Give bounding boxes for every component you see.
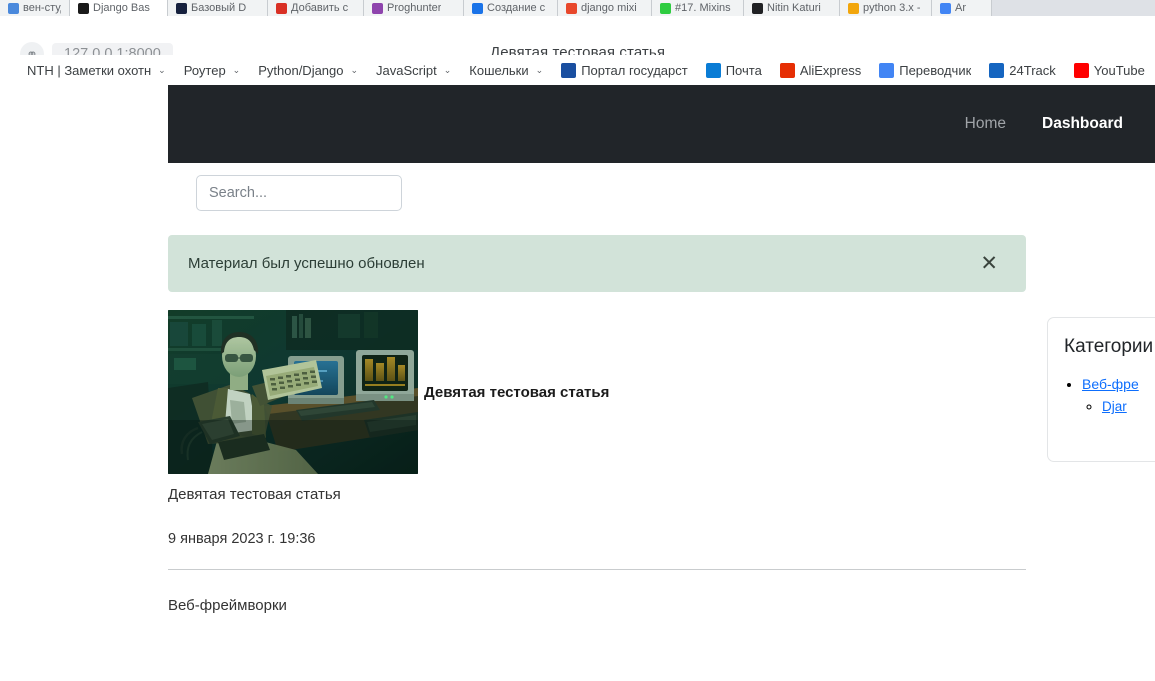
browser-tab[interactable]: django mixi — [558, 0, 652, 16]
bookmark-label: Python/Django — [258, 62, 344, 78]
category-link-web-frameworks[interactable]: Веб-фре — [1082, 376, 1139, 392]
bookmark-label: JavaScript — [376, 62, 437, 78]
page-content: Home Dashboard Материал был успешно обно… — [0, 85, 1155, 681]
youtube-icon — [1073, 62, 1089, 78]
browser-toolbar: ⚭ 127.0.0.1:8000 Девятая тестовая статья — [0, 16, 1155, 66]
bookmark-item[interactable]: Портал государст — [552, 57, 697, 83]
tab-favicon-icon — [176, 2, 187, 14]
tab-label: #17. Mixins — [675, 2, 731, 14]
bookmark-item[interactable]: 24Track — [980, 57, 1064, 83]
24track-icon — [989, 62, 1005, 78]
tab-label: Базовый D — [191, 2, 247, 14]
article-image — [168, 310, 418, 474]
alert-message: Материал был успешно обновлен — [188, 255, 425, 272]
nav-link-home[interactable]: Home — [965, 115, 1006, 133]
tab-favicon-icon — [276, 2, 287, 14]
article-date: 9 января 2023 г. 19:36 — [168, 531, 316, 547]
article-title: Девятая тестовая статья — [424, 383, 610, 401]
tab-label: python 3.x - — [863, 2, 921, 14]
bookmark-label: AliExpress — [799, 62, 862, 78]
category-link-django[interactable]: Djar — [1102, 399, 1127, 414]
chevron-down-icon: ⌄ — [350, 64, 359, 75]
mail-icon — [705, 62, 721, 78]
article-thumbnail[interactable] — [168, 310, 418, 474]
bookmark-item[interactable]: Роутер ⌄ — [175, 57, 250, 83]
tab-label: вен-студи — [23, 2, 61, 14]
article-header-row: Девятая тестовая статья — [168, 310, 1026, 474]
bookmark-item[interactable]: Почта — [697, 57, 771, 83]
browser-tab[interactable]: Proghunter — [364, 0, 464, 16]
tab-favicon-icon — [848, 2, 859, 14]
tab-label: Создание с — [487, 2, 546, 14]
tab-label: Ar — [955, 2, 966, 14]
tab-label: django mixi — [581, 2, 637, 14]
browser-tab-strip[interactable]: вен-студи Django Bas Базовый D Добавить с Pr… — [0, 0, 1155, 16]
list-item: Djar — [1102, 398, 1155, 416]
tab-favicon-icon — [566, 2, 577, 14]
bookmark-label: Кошельки — [469, 62, 529, 78]
tab-favicon-icon — [78, 2, 89, 14]
gosuslugi-icon — [561, 62, 577, 78]
translate-icon — [879, 62, 895, 78]
bookmark-label: Переводчик — [899, 62, 972, 78]
article-caption: Девятая тестовая статья — [168, 486, 341, 503]
tab-favicon-icon — [660, 2, 671, 14]
search-container — [196, 175, 402, 211]
tab-favicon-icon — [940, 2, 951, 14]
bookmark-label: NTH | Заметки охотн — [27, 62, 152, 78]
categories-card: Категории Веб-фре Djar — [1047, 317, 1155, 462]
bookmark-item[interactable]: Переводчик — [870, 57, 980, 83]
chevron-down-icon: ⌄ — [232, 64, 241, 75]
categories-list: Веб-фре Djar — [1064, 376, 1155, 416]
tab-favicon-icon — [752, 2, 763, 14]
browser-chrome: вен-студи Django Bas Базовый D Добавить с Pr… — [0, 0, 1155, 85]
bookmark-label: Роутер — [183, 62, 226, 78]
chevron-down-icon: ⌄ — [158, 64, 166, 75]
search-input[interactable] — [196, 175, 402, 211]
tab-label: Nitin Katuri — [767, 2, 821, 14]
tab-label: Proghunter — [387, 2, 442, 14]
browser-tab[interactable]: вен-студи — [0, 0, 70, 16]
nav-link-dashboard[interactable]: Dashboard — [1042, 115, 1123, 133]
browser-tab[interactable]: Django Bas — [70, 0, 168, 16]
bookmarks-bar[interactable]: NTH | Заметки охотн ⌄ Роутер ⌄ Python/Django… — [0, 55, 1155, 85]
browser-tab[interactable]: Добавить с — [268, 0, 364, 16]
bookmark-label: 24Track — [1009, 62, 1056, 78]
browser-tab[interactable]: Nitin Katuri — [744, 0, 840, 16]
bookmark-label: Портал государст — [581, 62, 688, 78]
success-alert: Материал был успешно обновлен ✕ — [168, 235, 1026, 292]
bookmark-item[interactable]: AliExpress — [771, 57, 870, 83]
browser-tab[interactable]: Базовый D — [168, 0, 268, 16]
list-item: Веб-фре Djar — [1082, 376, 1155, 416]
tab-label: Добавить с — [291, 2, 349, 14]
article-block: Девятая тестовая статья Девятая тестовая… — [168, 310, 1026, 614]
tab-favicon-icon — [472, 2, 483, 14]
article-category: Веб-фреймворки — [168, 597, 287, 614]
browser-tab[interactable]: #17. Mixins — [652, 0, 744, 16]
aliexpress-icon — [779, 62, 795, 78]
browser-tab[interactable]: Ar — [932, 0, 992, 16]
categories-title: Категории — [1064, 336, 1154, 357]
site-navbar: Home Dashboard — [168, 85, 1155, 163]
alert-close-icon[interactable]: ✕ — [974, 251, 1004, 276]
bookmark-item[interactable]: NTH | Заметки охотн ⌄ — [18, 57, 175, 83]
bookmark-label: Почта — [725, 62, 762, 78]
browser-tab[interactable]: python 3.x - — [840, 0, 932, 16]
bookmark-item[interactable]: Python/Django ⌄ — [249, 57, 367, 83]
bookmark-item[interactable]: Кошельки ⌄ — [460, 57, 552, 83]
tab-favicon-icon — [8, 2, 19, 14]
categories-sublist: Djar — [1082, 398, 1155, 416]
article-divider — [168, 569, 1026, 570]
bookmark-item[interactable]: YouTube — [1065, 57, 1154, 83]
tab-label: Django Bas — [93, 2, 150, 14]
bookmark-item[interactable]: JavaScript ⌄ — [367, 57, 460, 83]
chevron-down-icon: ⌄ — [535, 64, 544, 75]
tab-favicon-icon — [372, 2, 383, 14]
bookmark-label: YouTube — [1093, 62, 1145, 78]
browser-tab[interactable]: Создание с — [464, 0, 558, 16]
chevron-down-icon: ⌄ — [443, 64, 452, 75]
